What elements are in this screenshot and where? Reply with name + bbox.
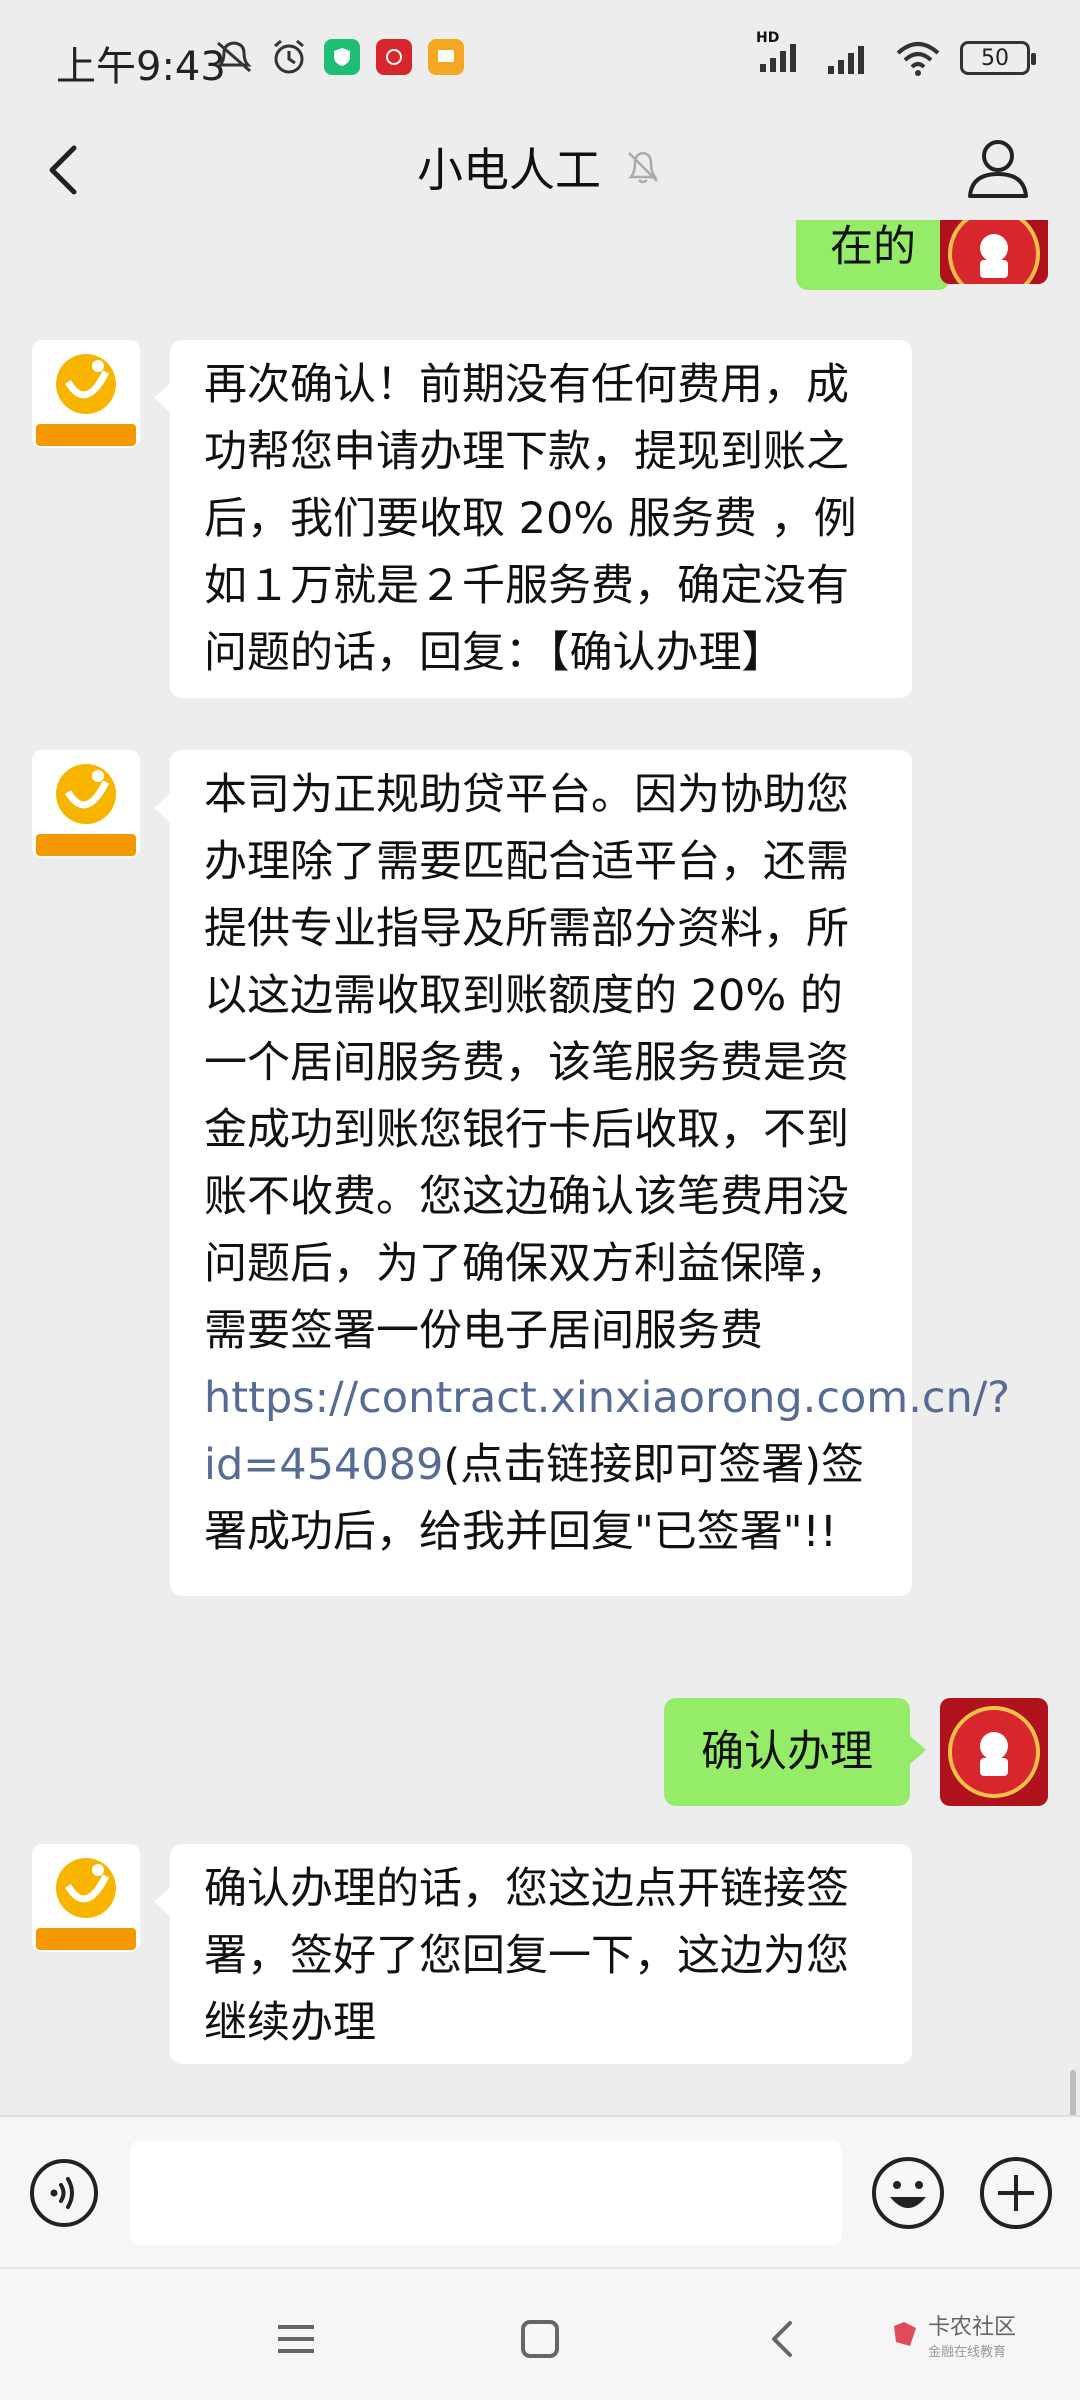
- message-text: 本司为正规助贷平台。因为协助您办理除了需要匹配合适平台，还需提供专业指导及所需部…: [204, 770, 849, 1356]
- watermark-title: 卡农社区: [927, 2315, 1016, 2340]
- alarm-icon: [274, 39, 304, 74]
- agent-avatar[interactable]: [32, 340, 140, 448]
- mute-notification-icon: [216, 41, 252, 73]
- watermark: 卡农社区 金融在线教育: [890, 2309, 1016, 2360]
- user-avatar[interactable]: [940, 1698, 1048, 1806]
- muted-bell-icon: [628, 151, 658, 184]
- shield-app-icon: [324, 39, 360, 75]
- signal-2-icon: [828, 46, 864, 74]
- emoji-icon[interactable]: [870, 2155, 946, 2231]
- menu-nav-icon[interactable]: [266, 2309, 326, 2369]
- signal-icon: HD: [756, 30, 808, 78]
- status-time: 上午9:43: [56, 44, 226, 90]
- status-icons-left: [214, 38, 464, 76]
- message-text: 确认办理的话，您这边点开链接签署，签好了您回复一下，这边为您继续办理: [204, 1864, 849, 2048]
- message-text: 确认办理: [701, 1726, 873, 1777]
- agent-avatar[interactable]: [32, 1844, 140, 1952]
- hd-label: HD: [756, 30, 780, 46]
- profile-icon[interactable]: [960, 130, 1036, 206]
- message-bubble-self[interactable]: 确认办理: [664, 1698, 926, 1806]
- battery-icon: 50: [960, 41, 1036, 75]
- message-bubble-self[interactable]: 在的: [796, 220, 966, 290]
- input-bar: [0, 2115, 1080, 2267]
- message-text: 再次确认！前期没有任何费用，成功帮您申请办理下款，提现到账之后，我们要收取 20…: [204, 360, 857, 678]
- message-bubble-agent[interactable]: 再次确认！前期没有任何费用，成功帮您申请办理下款，提现到账之后，我们要收取 20…: [154, 340, 912, 698]
- app-icon: [376, 39, 412, 75]
- home-nav-icon[interactable]: [510, 2309, 570, 2369]
- message-bubble-agent[interactable]: 确认办理的话，您这边点开链接签署，签好了您回复一下，这边为您继续办理: [154, 1844, 912, 2064]
- chat-header: 小电人工: [0, 120, 1080, 220]
- user-avatar[interactable]: [940, 220, 1048, 284]
- chat-scrollbar[interactable]: [1070, 2070, 1076, 2115]
- message-text: 在的: [830, 222, 916, 272]
- back-nav-icon[interactable]: [754, 2309, 814, 2369]
- agent-avatar[interactable]: [32, 750, 140, 858]
- watermark-text: 卡农社区 金融在线教育: [928, 2309, 1016, 2360]
- system-nav-bar: 卡农社区 金融在线教育: [0, 2267, 1080, 2400]
- chat-area[interactable]: 在的 再次确认！前期没有任何费用，成功帮您申请办理下款，提现到账之后，我们要收取…: [0, 220, 1080, 2115]
- plus-icon[interactable]: [978, 2155, 1054, 2231]
- watermark-subtitle: 金融在线教育: [927, 2345, 1006, 2360]
- status-bar: 上午9:43 HD 50: [0, 0, 1080, 120]
- message-app-icon: [428, 39, 464, 75]
- status-right: HD 50: [756, 30, 1036, 78]
- message-input[interactable]: [130, 2141, 842, 2245]
- watermark-logo-icon: [893, 2321, 916, 2346]
- message-bubble-agent[interactable]: 本司为正规助贷平台。因为协助您办理除了需要匹配合适平台，还需提供专业指导及所需部…: [154, 750, 1010, 1596]
- battery-level: 50: [981, 45, 1009, 71]
- voice-icon[interactable]: [28, 2157, 100, 2229]
- page-title: 小电人工: [417, 143, 601, 197]
- title-container: 小电人工: [0, 134, 1080, 200]
- wifi-icon: [896, 42, 940, 76]
